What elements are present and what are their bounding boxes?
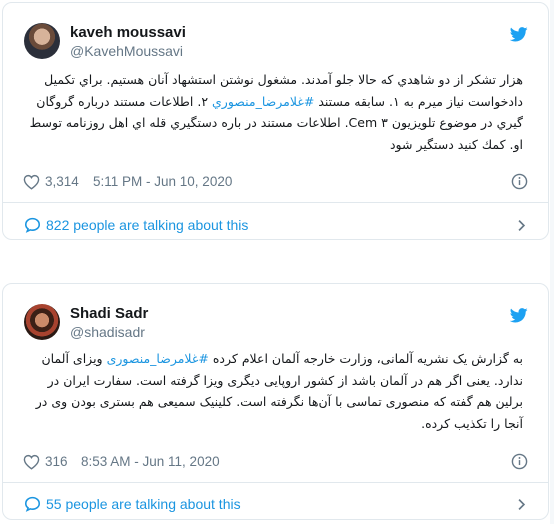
- page-gap: [2, 245, 549, 275]
- heart-icon[interactable]: [23, 174, 40, 190]
- twitter-bird-icon[interactable]: [510, 308, 528, 323]
- user-handle[interactable]: @shadisadr: [70, 323, 148, 341]
- like-count[interactable]: 3,314: [45, 174, 79, 189]
- timestamp[interactable]: 8:53 AM - Jun 11, 2020: [81, 454, 220, 469]
- divider: [3, 482, 548, 483]
- user-info[interactable]: Shadi Sadr @shadisadr: [70, 305, 148, 341]
- tweet-card[interactable]: kaveh moussavi @KavehMoussavi هزار تشکر …: [2, 2, 549, 240]
- conversation-link[interactable]: 822 people are talking about this: [23, 210, 528, 240]
- info-icon[interactable]: [511, 453, 528, 470]
- user-info[interactable]: kaveh moussavi @KavehMoussavi: [70, 24, 186, 60]
- tweet-card[interactable]: Shadi Sadr @shadisadr به گزارش یک نشریه …: [2, 283, 549, 520]
- chevron-right-icon[interactable]: [517, 219, 526, 232]
- twitter-bird-icon[interactable]: [510, 27, 528, 42]
- avatar[interactable]: [24, 304, 60, 340]
- tweet-text-part: به گزارش یک نشریه آلمانی، وزارت خارجه آل…: [208, 351, 523, 366]
- conversation-count[interactable]: 822 people are talking about this: [46, 217, 248, 233]
- conversation-count[interactable]: 55 people are talking about this: [46, 496, 241, 512]
- like-count[interactable]: 316: [45, 454, 68, 469]
- chevron-right-icon[interactable]: [517, 498, 526, 511]
- hashtag-link[interactable]: #غلامرضا_منصوري: [212, 94, 314, 109]
- avatar[interactable]: [24, 23, 60, 59]
- info-icon[interactable]: [511, 173, 528, 190]
- conversation-link[interactable]: 55 people are talking about this: [23, 489, 528, 519]
- tweet-text: هزار تشکر از دو شاهدي كه حالا جلو آمدند.…: [24, 69, 523, 155]
- tweet-meta: 316 8:53 AM - Jun 11, 2020: [23, 452, 528, 472]
- hashtag-link[interactable]: #غلامرضا_منصوری: [107, 351, 209, 366]
- scrollbar-track[interactable]: [550, 0, 554, 524]
- tweet-text: به گزارش یک نشریه آلمانی، وزارت خارجه آل…: [24, 348, 523, 434]
- display-name[interactable]: kaveh moussavi: [70, 24, 186, 42]
- heart-icon[interactable]: [23, 454, 40, 470]
- tweet-header: kaveh moussavi @KavehMoussavi: [24, 23, 528, 59]
- divider: [3, 202, 548, 203]
- speech-bubble-icon: [24, 496, 41, 512]
- display-name[interactable]: Shadi Sadr: [70, 305, 148, 323]
- user-handle[interactable]: @KavehMoussavi: [70, 42, 186, 60]
- speech-bubble-icon: [24, 217, 41, 233]
- tweet-header: Shadi Sadr @shadisadr: [24, 304, 528, 340]
- tweet-meta: 3,314 5:11 PM - Jun 10, 2020: [23, 172, 528, 192]
- timestamp[interactable]: 5:11 PM - Jun 10, 2020: [93, 174, 232, 189]
